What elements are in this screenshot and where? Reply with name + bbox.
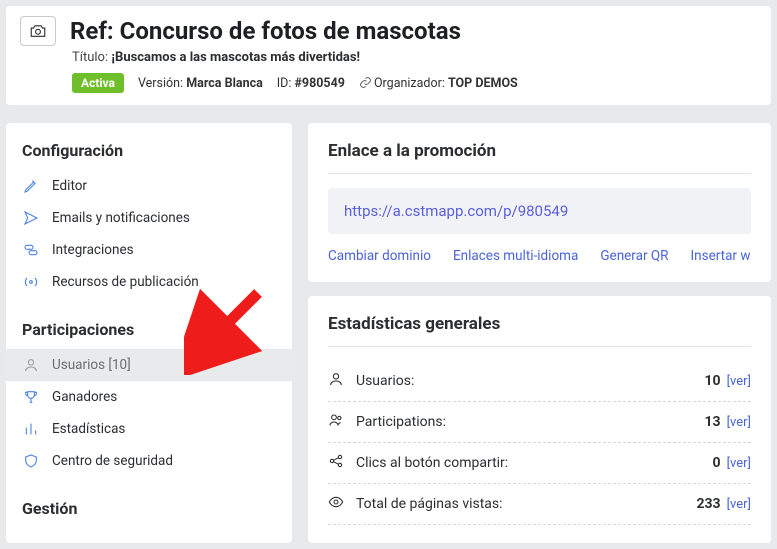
organizer-meta: Organizador: TOP DEMOS: [359, 76, 518, 91]
header-meta: Activa Versión: Marca Blanca ID: #980549…: [72, 73, 757, 93]
version-meta: Versión: Marca Blanca: [138, 76, 263, 91]
sidebar-item-emails[interactable]: Emails y notificaciones: [6, 202, 292, 234]
sidebar-item-label: Centro de seguridad: [52, 453, 173, 469]
sidebar-item-estadisticas[interactable]: Estadísticas: [6, 413, 292, 445]
eye-icon: [328, 494, 344, 510]
stat-ver-link[interactable]: [ver]: [727, 497, 751, 512]
users-icon: [328, 412, 344, 428]
stat-ver-link[interactable]: [ver]: [727, 456, 751, 471]
promo-link-actions: Cambiar dominio Enlaces multi-idioma Gen…: [328, 248, 751, 264]
sidebar-item-recursos[interactable]: Recursos de publicación: [6, 266, 292, 298]
stats-card: Estadísticas generales Usuarios: 10 [ver…: [308, 296, 771, 543]
titulo-value: ¡Buscamos a las mascotas más divertidas!: [111, 50, 360, 65]
page-header: Ref: Concurso de fotos de mascotas Títul…: [6, 6, 771, 105]
stat-row-participations: Participations: 13 [ver]: [328, 402, 751, 443]
sidebar-item-ganadores[interactable]: Ganadores: [6, 381, 292, 413]
link-cambiar-dominio[interactable]: Cambiar dominio: [328, 248, 431, 264]
shield-icon: [23, 453, 39, 469]
sidebar-item-label: Estadísticas: [52, 421, 125, 437]
sidebar-item-usuarios[interactable]: Usuarios [10]: [6, 349, 292, 381]
promo-link-title: Enlace a la promoción: [328, 141, 751, 161]
link-multi-idioma[interactable]: Enlaces multi-idioma: [453, 248, 578, 264]
titulo-label: Título:: [72, 50, 111, 65]
sidebar-group-gestion: Gestión: [6, 495, 292, 528]
divider: [328, 346, 751, 347]
pencil-icon: [23, 178, 39, 194]
toggle-icon: [23, 242, 39, 258]
stat-label: Usuarios:: [356, 373, 705, 389]
send-icon: [23, 210, 39, 226]
sidebar-item-editor[interactable]: Editor: [6, 170, 292, 202]
sidebar-item-label: Emails y notificaciones: [52, 210, 190, 226]
sidebar-group-part: Participaciones: [6, 316, 292, 349]
sidebar-item-seguridad[interactable]: Centro de seguridad: [6, 445, 292, 477]
sidebar-group-config: Configuración: [6, 137, 292, 170]
share-icon: [328, 453, 344, 469]
stat-label: Clics al botón compartir:: [356, 455, 713, 471]
stat-label: Total de páginas vistas:: [356, 496, 696, 512]
camera-icon-box: [20, 16, 56, 46]
camera-icon: [27, 22, 49, 40]
sidebar-item-label: Integraciones: [52, 242, 134, 258]
sidebar-item-label: Ganadores: [52, 389, 117, 405]
id-meta: ID: #980549: [277, 76, 345, 91]
promo-link-card: Enlace a la promoción https://a.cstmapp.…: [308, 123, 771, 282]
divider: [328, 173, 751, 174]
trophy-icon: [23, 389, 39, 405]
header-subtitle: Título: ¡Buscamos a las mascotas más div…: [72, 50, 757, 65]
status-badge: Activa: [72, 73, 124, 93]
promo-url-box[interactable]: https://a.cstmapp.com/p/980549: [328, 188, 751, 234]
stats-title: Estadísticas generales: [328, 314, 751, 334]
broadcast-icon: [23, 274, 39, 290]
sidebar: Configuración Editor Emails y notificaci…: [6, 123, 292, 543]
stat-label: Participations:: [356, 414, 705, 430]
ref-title: Ref: Concurso de fotos de mascotas: [70, 17, 461, 45]
link-generar-qr[interactable]: Generar QR: [600, 248, 668, 264]
sidebar-item-label: Recursos de publicación: [52, 274, 199, 290]
link-insertar-widget[interactable]: Insertar widget: [691, 248, 752, 264]
stat-row-share-clicks: Clics al botón compartir: 0 [ver]: [328, 443, 751, 484]
stat-ver-link[interactable]: [ver]: [727, 415, 751, 430]
sidebar-item-label: Usuarios [10]: [52, 357, 131, 373]
stat-ver-link[interactable]: [ver]: [727, 374, 751, 389]
main-content: Enlace a la promoción https://a.cstmapp.…: [308, 123, 771, 543]
stat-value: 0: [713, 455, 721, 471]
stat-value: 10: [705, 373, 721, 389]
user-icon: [23, 357, 39, 373]
sidebar-item-label: Editor: [52, 178, 87, 194]
stat-value: 13: [705, 414, 721, 430]
stat-row-usuarios: Usuarios: 10 [ver]: [328, 361, 751, 402]
bars-icon: [23, 421, 39, 437]
user-icon: [328, 371, 344, 387]
stat-row-page-views: Total de páginas vistas: 233 [ver]: [328, 484, 751, 525]
sidebar-item-integraciones[interactable]: Integraciones: [6, 234, 292, 266]
stat-value: 233: [696, 496, 720, 512]
